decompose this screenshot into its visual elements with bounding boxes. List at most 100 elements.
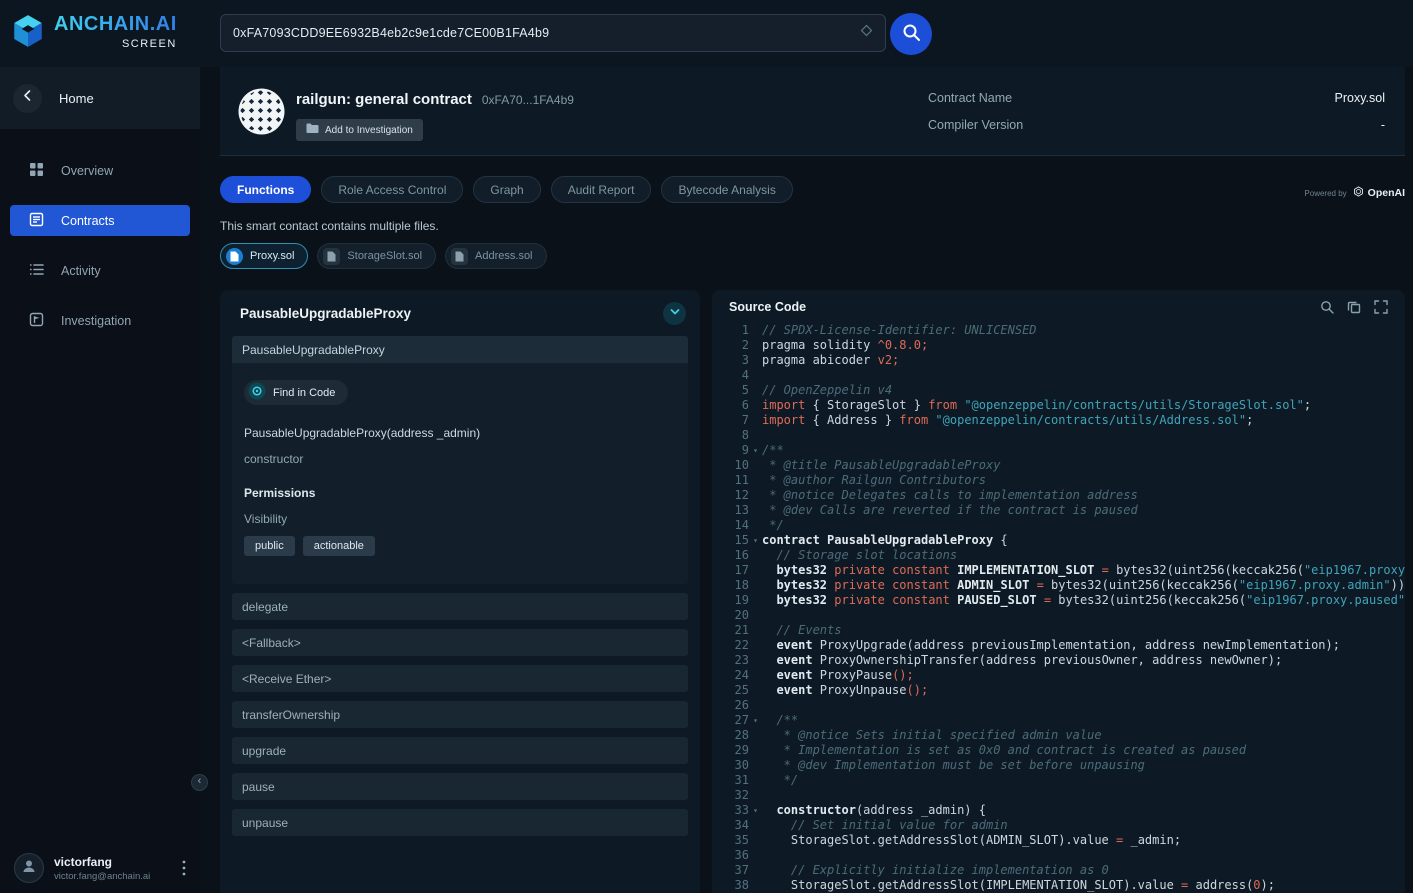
sidebar-item-investigation[interactable]: Investigation [10, 305, 190, 336]
nav-label: Overview [61, 164, 113, 178]
add-to-investigation-button[interactable]: Add to Investigation [296, 119, 423, 141]
fold-spacer [749, 578, 762, 593]
powered-by: Powered by OpenAI [1304, 184, 1405, 202]
code-text: /** [762, 713, 1405, 728]
home-label: Home [59, 91, 94, 106]
code-text [762, 848, 1405, 863]
function-item-pause[interactable]: pause [232, 773, 688, 800]
code-line: 30 * @dev Implementation must be set bef… [712, 758, 1405, 773]
search-input[interactable] [233, 26, 852, 40]
code-line: 7import { Address } from "@openzeppelin/… [712, 413, 1405, 428]
fold-toggle-icon[interactable]: ▾ [749, 533, 762, 548]
line-number: 19 [712, 593, 749, 608]
line-number: 2 [712, 338, 749, 353]
function-item-expanded: PausableUpgradableProxy Find in Code Pau [232, 336, 688, 584]
brand[interactable]: ANCHAIN.AI SCREEN [10, 13, 177, 54]
source-code-title: Source Code [729, 300, 806, 314]
code-line: 25 event ProxyUnpause(); [712, 683, 1405, 698]
line-number: 10 [712, 458, 749, 473]
fold-spacer [749, 338, 762, 353]
kebab-menu-icon[interactable] [182, 860, 186, 876]
line-number: 17 [712, 563, 749, 578]
sidebar-item-home[interactable]: Home [0, 67, 200, 129]
sidebar: Home Overview Contra [0, 67, 200, 893]
fold-toggle-icon[interactable]: ▾ [749, 443, 762, 458]
user-profile[interactable]: victorfang victor.fang@anchain.ai [0, 853, 200, 883]
sidebar-nav: Overview Contracts [0, 155, 200, 336]
code-text: * @title PausableUpgradableProxy [762, 458, 1405, 473]
sidebar-collapse-button[interactable]: ‹ [191, 774, 208, 791]
openai-logo-icon [1353, 184, 1364, 202]
code-text [762, 698, 1405, 713]
fold-spacer [749, 848, 762, 863]
function-item-pausableupgradableproxy[interactable]: PausableUpgradableProxy [232, 336, 688, 363]
function-item-transferownership[interactable]: transferOwnership [232, 701, 688, 728]
back-button[interactable] [13, 84, 42, 113]
code-line: 33▾ constructor(address _admin) { [712, 803, 1405, 818]
code-text: // Storage slot locations [762, 548, 1405, 563]
tab-graph[interactable]: Graph [473, 176, 540, 203]
powered-by-label: Powered by [1304, 189, 1346, 198]
sidebar-item-contracts[interactable]: Contracts [10, 205, 190, 236]
source-code-header: Source Code [712, 290, 1405, 323]
line-number: 18 [712, 578, 749, 593]
functions-panel-title: PausableUpgradableProxy [240, 306, 411, 321]
contract-title: railgun: general contract [296, 91, 472, 108]
code-line: 27▾ /** [712, 713, 1405, 728]
code-line: 5// OpenZeppelin v4 [712, 383, 1405, 398]
user-email: victor.fang@anchain.ai [54, 871, 172, 882]
function-item-fallback[interactable]: <Fallback> [232, 629, 688, 656]
locate-icon [248, 382, 266, 403]
tab-audit-report[interactable]: Audit Report [551, 176, 652, 203]
fold-spacer [749, 368, 762, 383]
code-line: 8 [712, 428, 1405, 443]
function-item-receive-ether[interactable]: <Receive Ether> [232, 665, 688, 692]
files-note: This smart contact contains multiple fil… [220, 219, 439, 233]
sidebar-item-activity[interactable]: Activity [10, 255, 190, 286]
code-line: 6import { StorageSlot } from "@openzeppe… [712, 398, 1405, 413]
activity-list-icon [29, 262, 44, 280]
contract-address: 0xFA70...1FA4b9 [482, 93, 574, 107]
file-tab-proxy-sol[interactable]: Proxy.sol [220, 243, 308, 269]
line-number: 11 [712, 473, 749, 488]
diamond-icon[interactable] [860, 24, 873, 42]
code-text: import { StorageSlot } from "@openzeppel… [762, 398, 1405, 413]
meta-label: Contract Name [928, 91, 1012, 105]
copy-icon[interactable] [1347, 300, 1361, 314]
line-number: 21 [712, 623, 749, 638]
line-number: 35 [712, 833, 749, 848]
code-line: 23 event ProxyOwnershipTransfer(address … [712, 653, 1405, 668]
tab-functions[interactable]: Functions [220, 176, 311, 203]
code-line: 13 * @dev Calls are reverted if the cont… [712, 503, 1405, 518]
file-tab-address-sol[interactable]: Address.sol [445, 243, 546, 269]
fold-spacer [749, 833, 762, 848]
code-line: 31 */ [712, 773, 1405, 788]
code-line: 17 bytes32 private constant IMPLEMENTATI… [712, 563, 1405, 578]
collapse-panel-button[interactable] [663, 302, 686, 325]
code-line: 36 [712, 848, 1405, 863]
code-text: * @notice Sets initial specified admin v… [762, 728, 1405, 743]
function-item-unpause[interactable]: unpause [232, 809, 688, 836]
source-code-panel: Source Code 1// SP [712, 290, 1405, 893]
code-text: bytes32 private constant IMPLEMENTATION_… [762, 563, 1405, 578]
fullscreen-icon[interactable] [1374, 300, 1388, 314]
code-text: // Set initial value for admin [762, 818, 1405, 833]
tab-role-access-control[interactable]: Role Access Control [321, 176, 463, 203]
file-tab-storageslot-sol[interactable]: StorageSlot.sol [317, 243, 436, 269]
sidebar-item-overview[interactable]: Overview [10, 155, 190, 186]
find-in-code-button[interactable]: Find in Code [244, 380, 348, 405]
code-lines[interactable]: 1// SPDX-License-Identifier: UNLICENSED2… [712, 323, 1405, 893]
fold-toggle-icon[interactable]: ▾ [749, 713, 762, 728]
fold-spacer [749, 758, 762, 773]
function-item-delegate[interactable]: delegate [232, 593, 688, 620]
code-line: 21 // Events [712, 623, 1405, 638]
search-button[interactable] [890, 13, 932, 55]
anchain-logo-icon [10, 13, 46, 54]
fold-toggle-icon[interactable]: ▾ [749, 803, 762, 818]
function-item-upgrade[interactable]: upgrade [232, 737, 688, 764]
tab-bytecode-analysis[interactable]: Bytecode Analysis [661, 176, 792, 203]
fold-spacer [749, 863, 762, 878]
fold-spacer [749, 593, 762, 608]
code-search-icon[interactable] [1320, 300, 1334, 314]
line-number: 15 [712, 533, 749, 548]
